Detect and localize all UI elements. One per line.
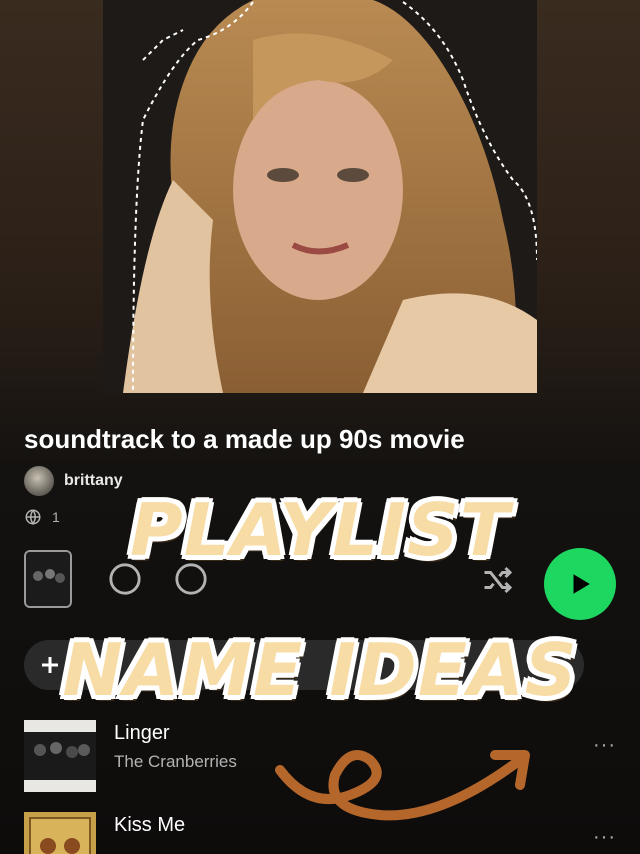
more-icon[interactable]: ··· [593,734,616,757]
play-icon [573,574,590,594]
arrow-swoosh-icon [275,750,530,821]
track-title: Linger [114,722,170,744]
track-art [24,720,96,792]
overlay-title-line2: NAME IDEAS [62,628,578,712]
more-icon[interactable]: ··· [593,826,616,849]
album-art-icon [24,812,96,854]
playlist-title: soundtrack to a made up 90s movie [24,424,465,454]
playlist-cover [103,0,537,393]
cover-photo-icon [103,0,537,393]
track-art [24,812,96,854]
track-artist: The Cranberries [114,752,237,771]
overlay-title-line1: PLAYLIST [130,488,510,572]
track-title: Kiss Me [114,814,186,836]
album-art-icon [24,720,96,792]
